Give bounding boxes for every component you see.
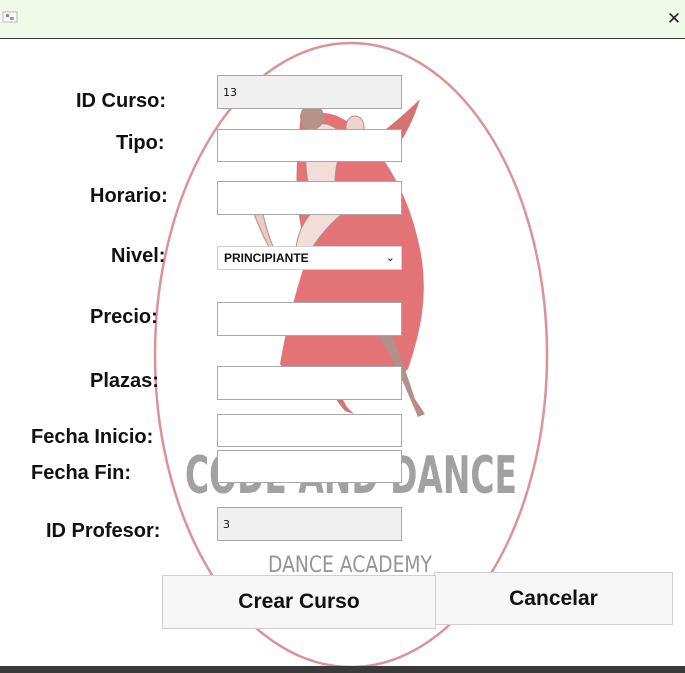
nivel-label: Nivel:	[111, 245, 166, 267]
fecha-fin-label: Fecha Fin:	[31, 462, 132, 484]
precio-label: Precio:	[90, 306, 158, 328]
cancel-button[interactable]: Cancelar	[434, 572, 673, 625]
plazas-label: Plazas:	[90, 370, 159, 392]
precio-field[interactable]	[217, 302, 402, 336]
fecha-inicio-field[interactable]	[217, 414, 402, 447]
chevron-down-icon: ⌄	[385, 252, 395, 264]
title-bar: ✕	[0, 0, 685, 39]
id-profesor-field[interactable]	[217, 507, 402, 541]
horario-field[interactable]	[217, 181, 402, 215]
nivel-select-value: PRINCIPIANTE	[224, 251, 309, 265]
bottom-border	[0, 666, 685, 673]
horario-label: Horario:	[90, 185, 168, 207]
fecha-fin-field[interactable]	[217, 450, 402, 483]
nivel-select[interactable]: PRINCIPIANTE ⌄	[217, 246, 402, 270]
id-curso-label: ID Curso:	[76, 90, 166, 112]
tipo-field[interactable]	[217, 129, 402, 162]
id-curso-field[interactable]	[217, 75, 402, 109]
plazas-field[interactable]	[217, 366, 402, 400]
app-icon	[2, 11, 18, 23]
tipo-label: Tipo:	[116, 132, 165, 154]
fecha-inicio-label: Fecha Inicio:	[31, 426, 154, 448]
create-course-button[interactable]: Crear Curso	[162, 575, 436, 629]
id-profesor-label: ID Profesor:	[46, 520, 161, 542]
close-icon[interactable]: ✕	[663, 8, 685, 30]
